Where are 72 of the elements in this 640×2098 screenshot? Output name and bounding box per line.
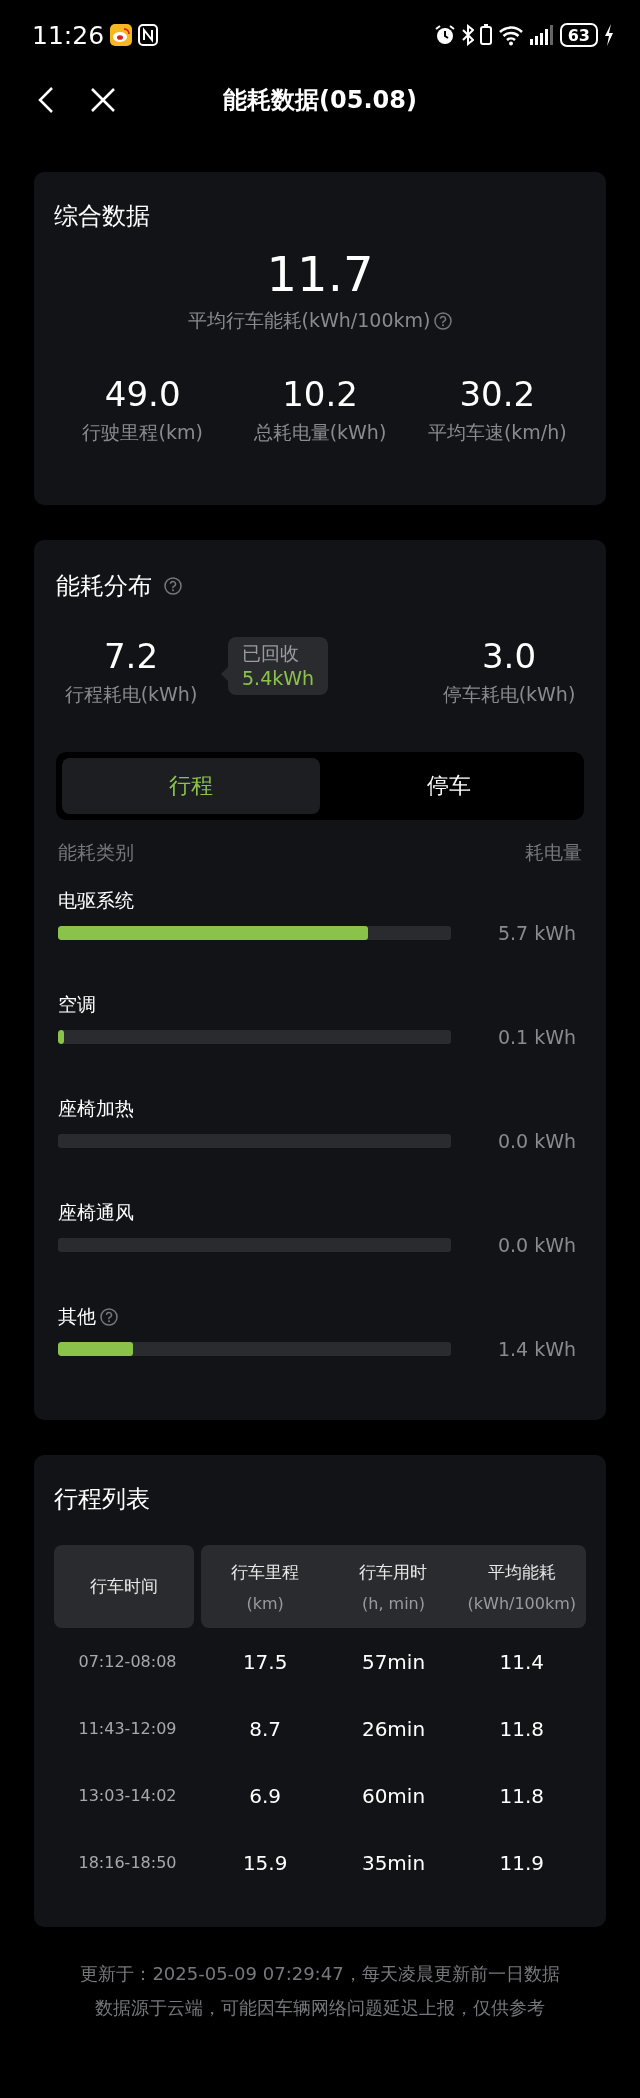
category-name: 其他 — [58, 1304, 96, 1329]
nfc-icon — [138, 24, 159, 46]
tab[interactable]: 行程 — [62, 758, 320, 814]
table-cell: 11.8 — [499, 1783, 545, 1808]
table-cell: 8.7 — [249, 1716, 282, 1741]
table-cell: 15.9 — [242, 1850, 288, 1875]
battery-level: 63 — [559, 23, 598, 47]
column-unit: (kWh/100km) — [467, 1593, 577, 1613]
card-title: 能耗分布 — [56, 571, 152, 602]
category-name: 座椅加热 — [58, 1096, 134, 1121]
back-button[interactable] — [38, 86, 54, 114]
tab[interactable]: 停车 — [320, 758, 578, 814]
category-reading: 1.4 kWh — [497, 1338, 576, 1360]
table-cell: 13:03-14:02 — [78, 1786, 177, 1805]
status-time: 11:26 — [32, 20, 105, 50]
table-cell: 11.4 — [499, 1649, 545, 1674]
app-notification-icon — [110, 24, 133, 46]
stat-value: 10.2 — [282, 374, 358, 414]
column-unit: (km) — [246, 1593, 284, 1613]
table-cell: 17.5 — [242, 1649, 288, 1674]
stat-label: 行驶里程(km) — [82, 420, 203, 445]
column-unit: (h, min) — [362, 1593, 425, 1613]
column-header: 行车里程 — [231, 1560, 300, 1584]
category-name: 空调 — [58, 992, 96, 1017]
stat-label: 停车耗电(kWh) — [442, 682, 576, 707]
table-cell: 11:43-12:09 — [78, 1719, 177, 1738]
table-cell: 26min — [361, 1716, 426, 1741]
table-cell: 11.9 — [499, 1850, 545, 1875]
signal-icon — [529, 25, 554, 45]
close-icon — [90, 87, 116, 113]
alarm-icon — [433, 24, 456, 46]
table-cell: 11.8 — [499, 1716, 545, 1741]
category-name: 座椅通风 — [58, 1200, 134, 1225]
column-header: 行车用时 — [359, 1560, 428, 1584]
help-icon — [164, 577, 182, 595]
table-cell: 6.9 — [249, 1783, 282, 1808]
tooltip-label: 已回收 — [242, 641, 300, 666]
card-title: 行程列表 — [54, 1484, 150, 1515]
column-header: 耗电量 — [525, 840, 582, 865]
bluetooth-icon — [461, 24, 474, 46]
stat-label: 平均车速(km/h) — [427, 420, 567, 445]
stat-label: 行程耗电(kWh) — [64, 682, 198, 707]
wifi-icon — [497, 24, 524, 46]
column-header: 能耗类别 — [58, 840, 134, 865]
category-reading: 0.0 kWh — [497, 1130, 576, 1152]
help-icon — [434, 312, 453, 330]
table-cell: 35min — [361, 1850, 426, 1875]
category-name: 电驱系统 — [58, 888, 134, 913]
table-cell: 07:12-08:08 — [78, 1652, 177, 1671]
tooltip-value: 5.4kWh — [242, 667, 315, 689]
category-reading: 0.0 kWh — [497, 1234, 576, 1256]
category-reading: 5.7 kWh — [497, 922, 576, 944]
card-title: 综合数据 — [54, 201, 150, 232]
page-title: 能耗数据(05.08) — [223, 86, 417, 114]
table-cell: 18:16-18:50 — [78, 1853, 177, 1872]
stat-value: 30.2 — [459, 374, 536, 414]
table-cell: 57min — [361, 1649, 426, 1674]
category-reading: 0.1 kWh — [497, 1026, 576, 1048]
footer-note: 数据源于云端，可能因车辆网络问题延迟上报，仅供参考 — [95, 1996, 545, 2020]
stat-value: 3.0 — [481, 636, 537, 676]
close-button[interactable] — [90, 87, 116, 113]
footer-note: 更新于：2025-05-09 07:29:47，每天凌晨更新前一日数据 — [80, 1962, 560, 1986]
main-value: 11.7 — [266, 246, 374, 302]
charging-icon — [604, 24, 614, 46]
stat-value: 7.2 — [103, 636, 159, 676]
table-header: 行车时间 — [54, 1545, 194, 1628]
main-label: 平均行车能耗(kWh/100km) — [187, 308, 431, 333]
column-header: 平均能耗 — [487, 1560, 556, 1584]
table-cell: 60min — [361, 1783, 426, 1808]
stat-value: 49.0 — [104, 374, 181, 414]
back-icon — [38, 86, 54, 114]
stat-label: 总耗电量(kWh) — [253, 420, 387, 445]
